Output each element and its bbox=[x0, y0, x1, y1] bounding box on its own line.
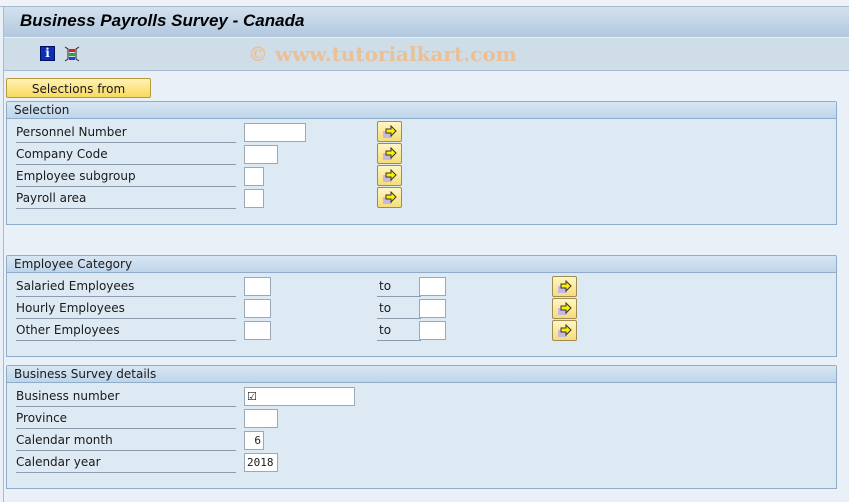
multiple-selection-button[interactable] bbox=[377, 143, 402, 164]
arrow-right-icon bbox=[383, 125, 397, 138]
top-strip bbox=[0, 0, 849, 7]
field-label: Hourly Employees bbox=[16, 298, 236, 319]
application-toolbar: i © www.tutorialkart.com bbox=[3, 37, 849, 71]
page-title: Business Payrolls Survey - Canada bbox=[20, 11, 305, 30]
to-label: to bbox=[377, 298, 421, 319]
calendar-month-input[interactable]: 6 bbox=[244, 431, 264, 450]
field-label: Salaried Employees bbox=[16, 276, 236, 297]
multiple-selection-button[interactable] bbox=[377, 187, 402, 208]
field-label: Payroll area bbox=[16, 188, 236, 209]
field-label: Personnel Number bbox=[16, 122, 236, 143]
field-label: Province bbox=[16, 408, 236, 429]
required-entry-icon: ☑ bbox=[247, 390, 257, 403]
personnel-number-input[interactable] bbox=[244, 123, 306, 142]
arrow-right-icon bbox=[558, 324, 572, 337]
arrow-right-icon bbox=[383, 147, 397, 160]
selections-from-button[interactable]: Selections from bbox=[6, 78, 151, 98]
salaried-to-input[interactable] bbox=[419, 277, 446, 296]
info-icon[interactable]: i bbox=[40, 46, 55, 61]
arrow-right-icon bbox=[383, 169, 397, 182]
group-header: Business Survey details bbox=[7, 366, 836, 383]
to-label: to bbox=[377, 276, 421, 297]
multiple-selection-button[interactable] bbox=[377, 121, 402, 142]
field-label: Calendar year bbox=[16, 452, 236, 473]
title-bar: Business Payrolls Survey - Canada bbox=[3, 7, 849, 37]
business-number-input[interactable]: ☑ bbox=[244, 387, 355, 406]
arrow-right-icon bbox=[558, 302, 572, 315]
hourly-to-input[interactable] bbox=[419, 299, 446, 318]
field-label: Calendar month bbox=[16, 430, 236, 451]
payroll-area-input[interactable] bbox=[244, 189, 264, 208]
employee-subgroup-input[interactable] bbox=[244, 167, 264, 186]
company-code-input[interactable] bbox=[244, 145, 278, 164]
multiple-selection-button[interactable] bbox=[552, 298, 577, 319]
arrow-right-icon bbox=[558, 280, 572, 293]
salaried-from-input[interactable] bbox=[244, 277, 271, 296]
hourly-from-input[interactable] bbox=[244, 299, 271, 318]
calendar-year-input[interactable]: 2018 bbox=[244, 453, 278, 472]
group-header: Selection bbox=[7, 102, 836, 119]
other-to-input[interactable] bbox=[419, 321, 446, 340]
to-label: to bbox=[377, 320, 421, 341]
arrow-right-icon bbox=[383, 191, 397, 204]
other-from-input[interactable] bbox=[244, 321, 271, 340]
group-header: Employee Category bbox=[7, 256, 836, 273]
field-label: Employee subgroup bbox=[16, 166, 236, 187]
field-label: Company Code bbox=[16, 144, 236, 165]
layout-icon[interactable] bbox=[64, 46, 80, 62]
multiple-selection-button[interactable] bbox=[377, 165, 402, 186]
watermark: © www.tutorialkart.com bbox=[248, 42, 517, 66]
province-input[interactable] bbox=[244, 409, 278, 428]
multiple-selection-button[interactable] bbox=[552, 320, 577, 341]
multiple-selection-button[interactable] bbox=[552, 276, 577, 297]
field-label: Other Employees bbox=[16, 320, 236, 341]
field-label: Business number bbox=[16, 386, 236, 407]
